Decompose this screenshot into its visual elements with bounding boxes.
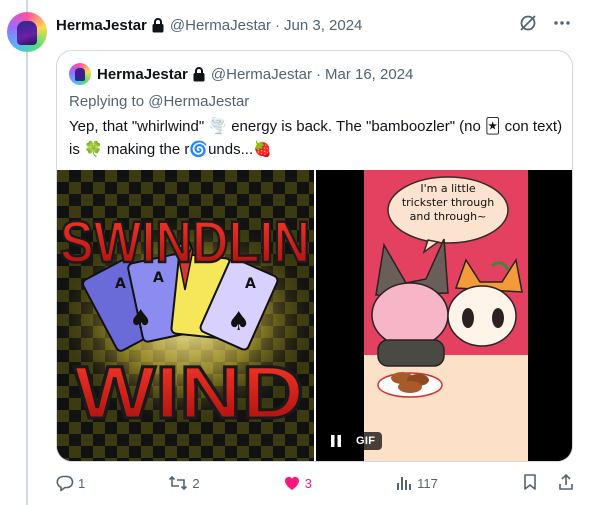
joker-emoji: 🃏 (485, 117, 501, 135)
like-button[interactable]: 3 (283, 474, 312, 492)
lock-icon (151, 17, 165, 33)
thread-line (26, 0, 28, 505)
swindlin-wind-image[interactable]: A A A ♠ ♠ SWINDLIN WIND (57, 170, 314, 461)
lock-icon (192, 66, 206, 82)
author-handle[interactable]: @HermaJestar (170, 17, 271, 34)
reply-button[interactable]: 1 (56, 474, 85, 492)
grok-icon[interactable] (519, 14, 537, 37)
quote-text: Yep, that "whirlwind" 🌪️ energy is back.… (69, 117, 563, 158)
svg-text:and through~: and through~ (410, 210, 487, 223)
replying-to: Replying to @HermaJestar (69, 93, 250, 110)
gif-controls: GIF (327, 432, 383, 450)
repost-count: 2 (192, 475, 200, 491)
strawberry-emoji: 🍓 (253, 140, 272, 158)
right-actions (521, 473, 575, 494)
clover-emoji: 🍀 (84, 140, 103, 158)
trickster-gif[interactable]: I'm a little trickster through and throu… (316, 170, 572, 461)
share-icon[interactable] (557, 473, 575, 494)
action-bar: 1 2 3 117 (56, 472, 575, 494)
tornado-emoji: 🌪️ (208, 117, 228, 135)
media-grid: A A A ♠ ♠ SWINDLIN WIND I'm a little tri… (57, 170, 572, 461)
repost-icon (169, 475, 188, 491)
views-icon (397, 477, 412, 490)
views-count: 117 (417, 475, 438, 491)
tweet-header: HermaJestar @HermaJestar · Jun 3, 2024 (56, 15, 362, 35)
bookmark-icon[interactable] (521, 473, 539, 494)
more-icon[interactable] (553, 14, 571, 37)
wind-logo-text: WIND (74, 351, 304, 434)
quote-avatar (69, 63, 91, 85)
quote-header: HermaJestar @HermaJestar · Mar 16, 2024 (69, 63, 413, 85)
svg-text:A: A (245, 276, 256, 292)
svg-text:I'm a little: I'm a little (420, 182, 476, 195)
cyclone-emoji: 🌀 (189, 140, 209, 158)
top-actions (519, 14, 571, 37)
svg-text:trickster through: trickster through (402, 196, 494, 209)
views-button[interactable]: 117 (395, 474, 438, 492)
repost-button[interactable]: 2 (168, 474, 200, 492)
reply-icon (56, 475, 74, 492)
separator: · (316, 65, 321, 83)
heart-icon (284, 476, 299, 490)
gif-badge: GIF (349, 432, 383, 450)
reply-count: 1 (78, 475, 86, 491)
svg-text:♠: ♠ (227, 307, 250, 337)
svg-text:A: A (115, 276, 126, 292)
separator: · (275, 16, 280, 34)
svg-text:♠: ♠ (129, 305, 152, 335)
tweet[interactable]: HermaJestar @HermaJestar · Jun 3, 2024 H… (0, 0, 591, 505)
like-count: 3 (304, 475, 312, 491)
quoted-tweet[interactable]: HermaJestar @HermaJestar · Mar 16, 2024 … (56, 50, 573, 462)
quote-author-handle: @HermaJestar (210, 65, 312, 83)
author-name[interactable]: HermaJestar (56, 17, 147, 34)
quote-author-name: HermaJestar (97, 65, 188, 83)
swindlin-logo-text: SWINDLIN (60, 210, 310, 275)
tweet-date[interactable]: Jun 3, 2024 (284, 17, 362, 34)
quote-date: Mar 16, 2024 (325, 65, 414, 83)
avatar[interactable] (7, 12, 47, 52)
pause-icon[interactable] (327, 432, 345, 450)
